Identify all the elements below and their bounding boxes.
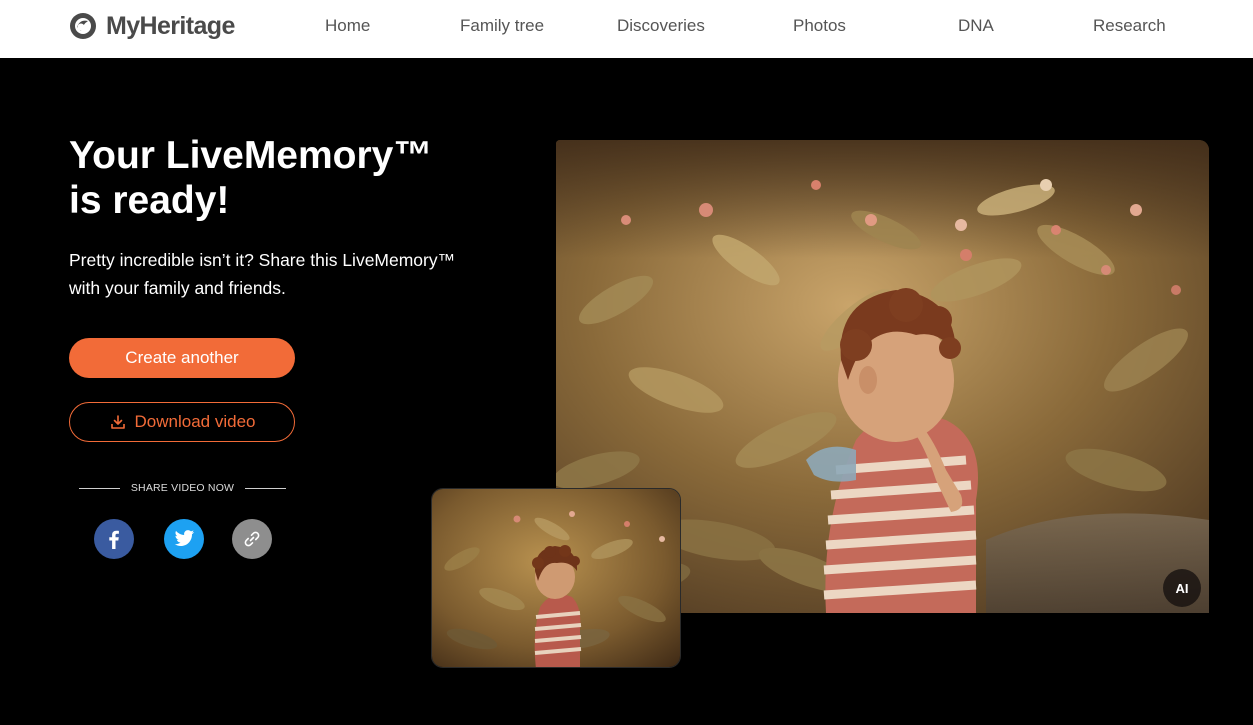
create-another-button[interactable]: Create another (69, 338, 295, 378)
page-title: Your LiveMemory™ is ready! (69, 133, 489, 223)
download-video-label: Download video (134, 412, 256, 431)
nav-discoveries[interactable]: Discoveries (617, 16, 705, 36)
title-line-2: is ready! (69, 179, 230, 222)
nav-photos[interactable]: Photos (793, 16, 846, 36)
share-facebook-button[interactable] (94, 519, 134, 559)
ai-badge: AI (1163, 569, 1201, 607)
twitter-icon (174, 530, 195, 546)
logo-text: MyHeritage (106, 11, 235, 40)
page-subtitle: Pretty incredible isn’t it? Share this L… (69, 250, 456, 298)
myheritage-logo[interactable]: MyHeritage (68, 10, 235, 42)
share-twitter-button[interactable] (164, 519, 204, 559)
nav-research[interactable]: Research (1093, 16, 1166, 36)
share-line-right (245, 487, 287, 489)
share-label: SHARE VIDEO NOW (130, 482, 235, 494)
link-icon (244, 531, 260, 547)
download-icon (110, 415, 125, 429)
download-video-button[interactable]: Download video (69, 402, 295, 442)
facebook-icon (109, 530, 119, 549)
original-photo-thumbnail[interactable] (431, 488, 681, 668)
share-divider: SHARE VIDEO NOW (79, 480, 287, 496)
nav-dna[interactable]: DNA (958, 16, 994, 36)
title-line-1: Your LiveMemory™ (69, 134, 433, 177)
original-photo (432, 489, 680, 667)
share-line-left (79, 487, 120, 489)
myheritage-logo-icon (70, 13, 96, 39)
top-header: MyHeritage Home Family tree Discoveries … (0, 0, 1253, 58)
nav-family-tree[interactable]: Family tree (460, 16, 544, 36)
nav-home[interactable]: Home (325, 16, 370, 36)
copy-link-button[interactable] (232, 519, 272, 559)
create-another-label: Create another (125, 348, 239, 367)
